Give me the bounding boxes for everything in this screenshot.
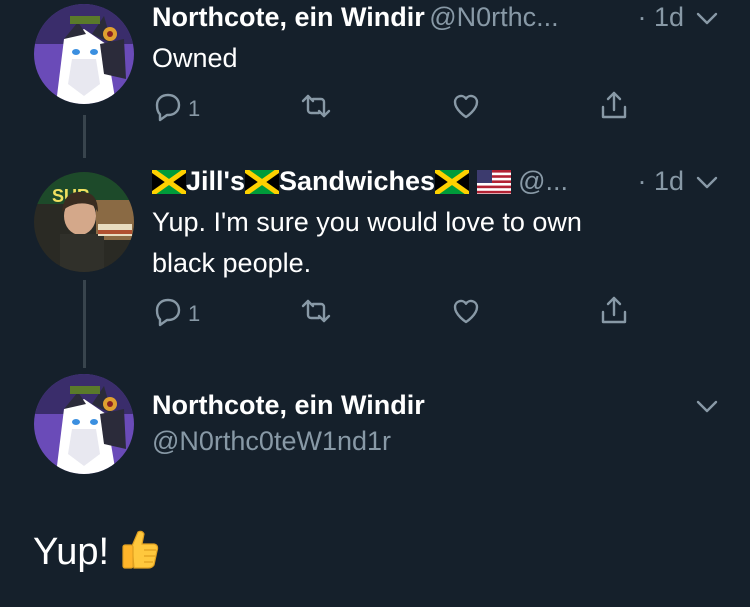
- share-icon: [598, 295, 630, 333]
- retweet-button[interactable]: [300, 91, 332, 127]
- tweet-header: Jill's Sandwiches @... · 1d: [152, 166, 722, 200]
- timestamp[interactable]: · 1d: [637, 2, 684, 33]
- chevron-down-icon[interactable]: [692, 168, 722, 198]
- handle[interactable]: @N0rthc...: [429, 2, 558, 32]
- like-icon: [450, 90, 482, 128]
- tweet-3-focused[interactable]: Northcote, ein Windir @N0rthc0teW1nd1r Y…: [0, 370, 750, 607]
- tweet-text-line-1: Yup. I'm sure you would love to own: [152, 207, 582, 237]
- share-button[interactable]: [598, 91, 630, 127]
- display-name[interactable]: Northcote, ein Windir: [152, 390, 425, 421]
- retweet-icon: [300, 90, 332, 128]
- us-flag-icon: [476, 170, 511, 194]
- avatar-northcote[interactable]: [34, 4, 134, 104]
- like-icon: [450, 295, 482, 333]
- tweet-text: Yup. I'm sure you would love to own blac…: [152, 202, 582, 284]
- like-button[interactable]: [450, 91, 482, 127]
- chevron-down-icon[interactable]: [692, 392, 722, 422]
- handle[interactable]: @N0rthc0teW1nd1r: [152, 426, 391, 457]
- handle[interactable]: @...: [518, 166, 568, 196]
- name-part-1: Jill's: [186, 166, 245, 196]
- timestamp[interactable]: · 1d: [637, 166, 684, 197]
- jamaica-flag-icon: [244, 170, 279, 194]
- reply-count: 1: [188, 301, 201, 326]
- jamaica-flag-icon: [152, 170, 186, 194]
- display-name[interactable]: Jill's Sandwiches: [152, 166, 518, 196]
- avatar-northcote[interactable]: [34, 374, 134, 474]
- tweet-2[interactable]: SUB Jill's Sandwiches @... · 1d Yup. I'm …: [0, 160, 750, 340]
- reply-button[interactable]: 1: [152, 91, 200, 127]
- tweet-1[interactable]: Northcote, ein Windir @N0rthc... · 1d Ow…: [0, 0, 750, 150]
- display-name[interactable]: Northcote, ein Windir: [152, 2, 425, 32]
- reply-icon: [152, 295, 184, 333]
- tweet-header: Northcote, ein Windir @N0rthc... · 1d: [152, 2, 722, 36]
- reply-icon: [152, 90, 184, 128]
- chevron-down-icon[interactable]: [692, 4, 722, 34]
- jamaica-flag-icon: [435, 170, 470, 194]
- share-icon: [598, 90, 630, 128]
- tweet-text: Yup!: [33, 528, 160, 581]
- tweet-text-body: Yup!: [33, 531, 110, 573]
- tweet-actions: 1: [152, 91, 642, 127]
- name-part-2: Sandwiches: [278, 166, 436, 196]
- like-button[interactable]: [450, 296, 482, 332]
- share-button[interactable]: [598, 296, 630, 332]
- reply-count: 1: [188, 96, 201, 121]
- retweet-button[interactable]: [300, 296, 332, 332]
- reply-button[interactable]: 1: [152, 296, 200, 332]
- avatar-jill[interactable]: SUB: [34, 172, 134, 272]
- tweet-actions: 1: [152, 296, 642, 332]
- tweet-text: Owned: [152, 43, 238, 73]
- retweet-icon: [300, 295, 332, 333]
- tweet-text-line-2: black people.: [152, 248, 312, 278]
- thumbs-up-emoji: [120, 528, 160, 581]
